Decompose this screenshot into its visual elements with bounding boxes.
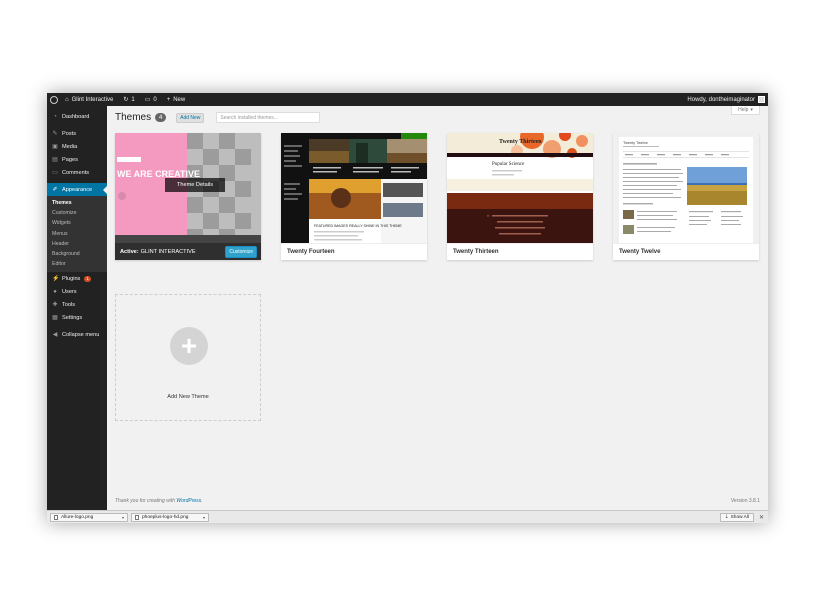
updates-link[interactable]: ↻ 1 — [118, 96, 139, 104]
theme-name: Twenty Fourteen — [281, 243, 427, 260]
theme-name: Twenty Thirteen — [447, 243, 593, 260]
downloads-bar: Allure-logo.png ▾ phoeplus-logo-hd.png ▾… — [47, 510, 768, 523]
file-icon — [54, 514, 58, 520]
collapse-menu-button[interactable]: ◀ Collapse menu — [47, 328, 107, 341]
pin-icon: ✎ — [52, 130, 58, 137]
main-content: Help ▾ Themes 4 Add New Search installed … — [107, 106, 768, 510]
twelve-site-title: Twenty Twelve — [623, 141, 648, 145]
theme-screenshot: FEATURED IMAGES REALLY SHINE IN THIS THE… — [281, 133, 427, 243]
page-title: Themes — [115, 112, 152, 123]
user-icon: ● — [53, 288, 57, 295]
featured-headline: FEATURED IMAGES REALLY SHINE IN THIS THE… — [314, 224, 402, 228]
wrench-icon: ✚ — [52, 301, 58, 308]
sidebar-item-media[interactable]: ▣ Media — [47, 140, 107, 153]
plus-icon: + — [170, 327, 208, 365]
add-new-button[interactable]: Add New — [176, 112, 205, 123]
collapse-icon: ◀ — [52, 331, 58, 338]
theme-screenshot: Twenty Twelve — [613, 133, 759, 243]
chevron-down-icon: ▾ — [750, 107, 753, 113]
help-tab[interactable]: Help ▾ — [731, 106, 760, 115]
theme-screenshot: Twenty Thirteen Popular Science “ — [447, 133, 593, 243]
sidebar-item-comments[interactable]: ▭ Comments — [47, 166, 107, 179]
comments-link[interactable]: ▭ 0 — [140, 96, 162, 104]
footer-version: Version 3.8.1 — [730, 498, 760, 504]
add-new-theme-card[interactable]: + Add New Theme — [115, 294, 261, 421]
browser-window: ⌂ Glint Interactive ↻ 1 ▭ 0 + New Howdy,… — [47, 93, 768, 523]
theme-card-twenty-twelve[interactable]: Twenty Twelve Twenty Twelve — [613, 133, 759, 260]
comment-icon: ▭ — [144, 97, 151, 103]
sidebar-item-settings[interactable]: ▦ Settings — [47, 311, 107, 324]
submenu-background[interactable]: Background — [47, 249, 107, 259]
sidebar-item-pages[interactable]: ▤ Pages — [47, 153, 107, 166]
new-content-link[interactable]: + New — [162, 97, 191, 103]
admin-sidebar: ◔ Dashboard ✎ Posts ▣ Media ▤ Pages ▭ Comment… — [47, 106, 107, 510]
submenu-widgets[interactable]: Widgets — [47, 218, 107, 228]
page-icon: ▤ — [52, 156, 58, 163]
plugins-update-badge: 1 — [84, 275, 91, 282]
sidebar-item-dashboard[interactable]: ◔ Dashboard — [47, 110, 107, 123]
submenu-customize[interactable]: Customize — [47, 208, 107, 218]
avatar — [758, 96, 765, 103]
theme-details-button[interactable]: Theme Details — [165, 178, 225, 192]
theme-name: Twenty Twelve — [613, 243, 759, 260]
add-new-theme-label: Add New Theme — [167, 394, 209, 400]
comment-icon: ▭ — [52, 169, 58, 176]
wordpress-link[interactable]: WordPress. — [176, 498, 202, 504]
file-icon — [135, 514, 139, 520]
active-theme-bar: Active: GLINT INTERACTIVE Customize — [115, 243, 261, 260]
dashboard-icon: ◔ — [53, 113, 57, 120]
admin-bar: ⌂ Glint Interactive ↻ 1 ▭ 0 + New Howdy,… — [47, 93, 768, 106]
svg-text:“: “ — [487, 214, 490, 221]
home-icon: ⌂ — [65, 96, 69, 103]
plug-icon: ⚡ — [52, 275, 60, 282]
sidebar-item-appearance[interactable]: ✐ Appearance — [47, 183, 107, 196]
theme-count-badge: 4 — [155, 113, 167, 122]
search-input[interactable]: Search installed themes... — [216, 112, 321, 123]
sidebar-item-users[interactable]: ● Users — [47, 285, 107, 298]
settings-icon: ▦ — [52, 314, 58, 321]
sidebar-item-plugins[interactable]: ⚡ Plugins 1 — [47, 272, 107, 285]
account-menu[interactable]: Howdy, dontheimaginator — [687, 96, 768, 103]
wordpress-logo-icon[interactable] — [47, 93, 60, 106]
show-all-downloads-button[interactable]: ⇣ Show All — [719, 512, 754, 522]
chevron-down-icon[interactable]: ▾ — [203, 515, 205, 520]
appearance-submenu: Themes Customize Widgets Menus Header Ba… — [47, 196, 107, 273]
theme-card-active[interactable]: WE ARE CREATIVE Theme Details Active: GL… — [115, 133, 261, 260]
theme-card-twenty-fourteen[interactable]: FEATURED IMAGES REALLY SHINE IN THIS THE… — [281, 133, 427, 260]
submenu-header[interactable]: Header — [47, 239, 107, 249]
media-icon: ▣ — [52, 143, 58, 150]
plus-icon: + — [166, 96, 171, 103]
customize-button[interactable]: Customize — [225, 245, 257, 258]
footer-credit: Thank you for creating with WordPress. — [115, 498, 203, 504]
sidebar-item-tools[interactable]: ✚ Tools — [47, 298, 107, 311]
theme-card-twenty-thirteen[interactable]: Twenty Thirteen Popular Science “ Twenty… — [447, 133, 593, 260]
submenu-menus[interactable]: Menus — [47, 229, 107, 239]
sidebar-item-posts[interactable]: ✎ Posts — [47, 127, 107, 140]
theme-name: GLINT INTERACTIVE — [140, 248, 196, 255]
refresh-icon: ↻ — [123, 97, 129, 103]
site-name-link[interactable]: ⌂ Glint Interactive — [60, 97, 118, 103]
download-icon: ⇣ — [724, 514, 729, 520]
page-header: Themes 4 Add New Search installed themes… — [115, 112, 321, 123]
popular-science-heading: Popular Science — [492, 162, 525, 167]
download-item[interactable]: Allure-logo.png ▾ — [50, 512, 128, 522]
close-icon[interactable]: ✕ — [759, 514, 764, 521]
submenu-editor[interactable]: Editor — [47, 259, 107, 269]
download-item[interactable]: phoeplus-logo-hd.png ▾ — [131, 512, 209, 522]
chevron-down-icon[interactable]: ▾ — [122, 515, 124, 520]
thirteen-site-title: Twenty Thirteen — [499, 139, 542, 145]
submenu-themes[interactable]: Themes — [47, 198, 107, 208]
brush-icon: ✐ — [52, 186, 58, 193]
